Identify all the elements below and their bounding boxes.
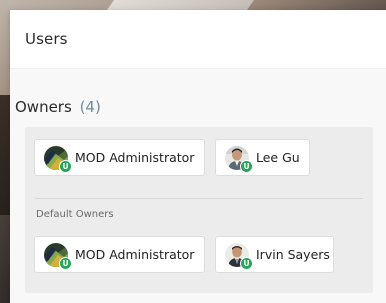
avatar: U [44,242,72,270]
avatar: U [225,242,253,270]
user-type-badge: U [59,256,72,270]
owner-name: MOD Administrator [75,150,195,165]
user-type-badge: U [240,159,253,173]
owners-heading: Owners (4) [15,98,101,116]
owner-name: Lee Gu [256,150,300,165]
owners-title: Owners [15,98,72,116]
owner-chip-mod-administrator[interactable]: U MOD Administrator [34,139,205,176]
section-divider [35,198,363,199]
user-type-badge: U [59,159,72,173]
panel-title: Users [25,30,68,48]
avatar: U [44,145,72,173]
avatar: U [225,145,253,173]
default-owner-chip-irvin-sayers[interactable]: U Irvin Sayers [215,236,334,273]
panel-header: Users [10,10,386,69]
default-owner-chip-mod-administrator[interactable]: U MOD Administrator [34,236,205,273]
owner-chip-lee-gu[interactable]: U Lee Gu [215,139,310,176]
user-type-badge: U [240,256,253,270]
owner-name: MOD Administrator [75,247,195,262]
default-owners-label: Default Owners [36,209,114,220]
owners-count: (4) [79,98,101,116]
owner-name: Irvin Sayers [256,247,330,262]
